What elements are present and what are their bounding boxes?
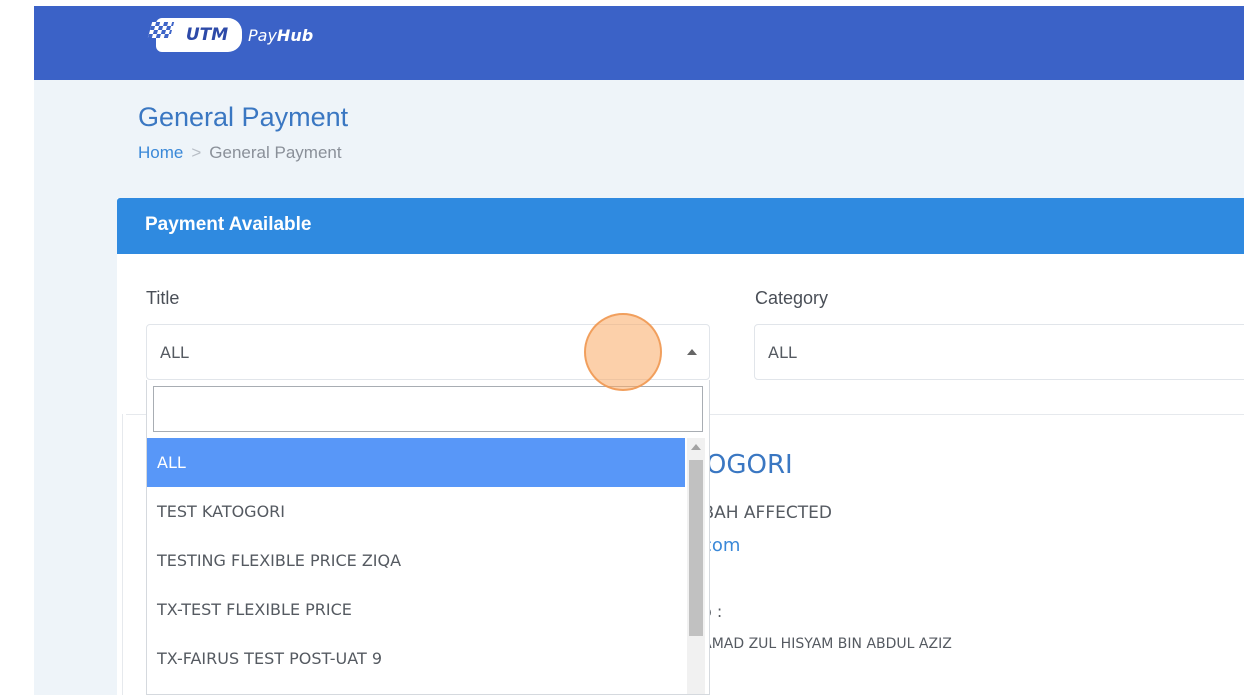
utm-payhub-logo[interactable]: UTM PayHub: [147, 6, 314, 64]
click-indicator: [584, 313, 662, 391]
utm-badge: UTM: [147, 18, 242, 52]
dropdown-search-input[interactable]: [153, 386, 703, 432]
payment-item-person-name: IAMAD ZUL HISYAM BIN ABDUL AZIZ: [698, 636, 952, 652]
breadcrumb: Home > General Payment: [138, 143, 342, 163]
category-filter-label: Category: [755, 288, 829, 308]
top-navbar: UTM PayHub: [34, 6, 1244, 80]
breadcrumb-home-link[interactable]: Home: [138, 143, 183, 162]
breadcrumb-current: General Payment: [209, 143, 342, 162]
dropdown-option[interactable]: ALL: [147, 438, 685, 487]
card-header-title: Payment Available: [145, 214, 312, 235]
section-left-border: [122, 414, 123, 695]
category-select-value: ALL: [768, 343, 797, 362]
logo-payhub-text: PayHub: [248, 25, 314, 45]
page-title: General Payment: [138, 102, 349, 132]
dropdown-option[interactable]: TX-FAIRUS TEST POST-UAT 9: [147, 634, 685, 683]
scrollbar-thumb[interactable]: [689, 460, 703, 636]
card-header: Payment Available: [117, 198, 1244, 254]
title-filter-label: Title: [146, 288, 180, 308]
dropdown-options-list: ALL TEST KATOGORI TESTING FLEXIBLE PRICE…: [147, 438, 685, 683]
title-select-value: ALL: [160, 343, 189, 362]
payment-item-description: UBAH AFFECTED: [690, 503, 832, 523]
dropdown-option[interactable]: TESTING FLEXIBLE PRICE ZIQA: [147, 536, 685, 585]
breadcrumb-separator-icon: >: [191, 143, 202, 162]
checkered-flag-icon: [147, 22, 175, 38]
dropdown-scrollbar[interactable]: [687, 438, 705, 694]
logo-utm-text: UTM: [185, 25, 229, 45]
dropdown-option[interactable]: TX-TEST FLEXIBLE PRICE: [147, 585, 685, 634]
caret-up-icon: [687, 349, 697, 355]
dropdown-option[interactable]: TEST KATOGORI: [147, 487, 685, 536]
category-select[interactable]: ALL: [754, 324, 1244, 380]
scroll-up-arrow-icon[interactable]: [691, 444, 701, 450]
title-dropdown-panel: ALL TEST KATOGORI TESTING FLEXIBLE PRICE…: [146, 380, 710, 695]
